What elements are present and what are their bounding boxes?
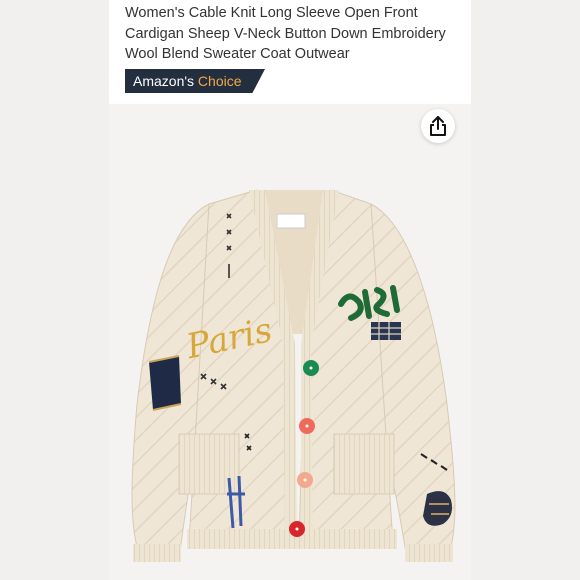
amazons-choice-badge[interactable]: Amazon's Choice	[125, 69, 265, 93]
share-icon	[430, 116, 446, 136]
share-button[interactable]	[421, 109, 455, 143]
product-image[interactable]: Paris	[109, 104, 471, 580]
product-title: Women's Cable Knit Long Sleeve Open Fron…	[125, 5, 446, 62]
cardigan-illustration: Paris	[131, 189, 456, 562]
badge-prefix: Amazon's	[133, 73, 195, 89]
badge-highlight: Choice	[197, 73, 242, 89]
product-card: Women's Cable Knit Long Sleeve Open Fron…	[109, 0, 471, 580]
